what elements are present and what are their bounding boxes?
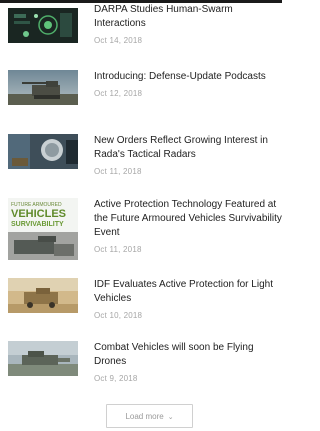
- article-item[interactable]: IDF Evaluates Active Protection for Ligh…: [8, 278, 282, 338]
- article-date: Oct 12, 2018: [94, 89, 143, 98]
- article-thumbnail[interactable]: [8, 8, 78, 43]
- article-date: Oct 11, 2018: [94, 245, 142, 254]
- load-more-label: Load more: [125, 411, 164, 421]
- banner-line-3: SURVIVABILITY: [11, 221, 64, 228]
- article-thumbnail[interactable]: [8, 278, 78, 313]
- article-date: Oct 11, 2018: [94, 167, 142, 176]
- load-more-button[interactable]: Load more ⌄: [106, 404, 193, 428]
- article-date: Oct 9, 2018: [94, 374, 138, 383]
- article-item[interactable]: New Orders Reflect Growing Interest in R…: [8, 134, 282, 194]
- article-title[interactable]: IDF Evaluates Active Protection for Ligh…: [94, 278, 282, 306]
- fav-survivability-banner-image: FUTURE ARMOURED VEHICLES SURVIVABILITY: [8, 198, 78, 260]
- article-item[interactable]: DARPA Studies Human-Swarm Interactions O…: [8, 3, 282, 63]
- article-title[interactable]: Introducing: Defense-Update Podcasts: [94, 70, 282, 84]
- banner-line-2: VEHICLES: [11, 208, 66, 220]
- article-thumbnail[interactable]: [8, 341, 78, 376]
- article-title[interactable]: Active Protection Technology Featured at…: [94, 198, 282, 240]
- article-date: Oct 10, 2018: [94, 311, 143, 320]
- article-thumbnail[interactable]: FUTURE ARMOURED VEHICLES SURVIVABILITY: [8, 198, 78, 260]
- article-item[interactable]: Introducing: Defense-Update Podcasts Oct…: [8, 70, 282, 130]
- swarm-interface-image: [8, 8, 78, 43]
- combat-vehicle-drone-image: [8, 341, 78, 376]
- article-item[interactable]: FUTURE ARMOURED VEHICLES SURVIVABILITY A…: [8, 198, 282, 260]
- chevron-down-icon: ⌄: [167, 414, 174, 421]
- article-item[interactable]: Combat Vehicles will soon be Flying Dron…: [8, 341, 282, 401]
- light-vehicle-desert-image: [8, 278, 78, 313]
- tank-sky-image: [8, 70, 78, 105]
- article-title[interactable]: Combat Vehicles will soon be Flying Dron…: [94, 341, 282, 369]
- article-thumbnail[interactable]: [8, 70, 78, 105]
- article-title[interactable]: New Orders Reflect Growing Interest in R…: [94, 134, 282, 162]
- radar-panel-image: [8, 134, 78, 169]
- article-date: Oct 14, 2018: [94, 36, 143, 45]
- article-thumbnail[interactable]: [8, 134, 78, 169]
- article-title[interactable]: DARPA Studies Human-Swarm Interactions: [94, 3, 282, 31]
